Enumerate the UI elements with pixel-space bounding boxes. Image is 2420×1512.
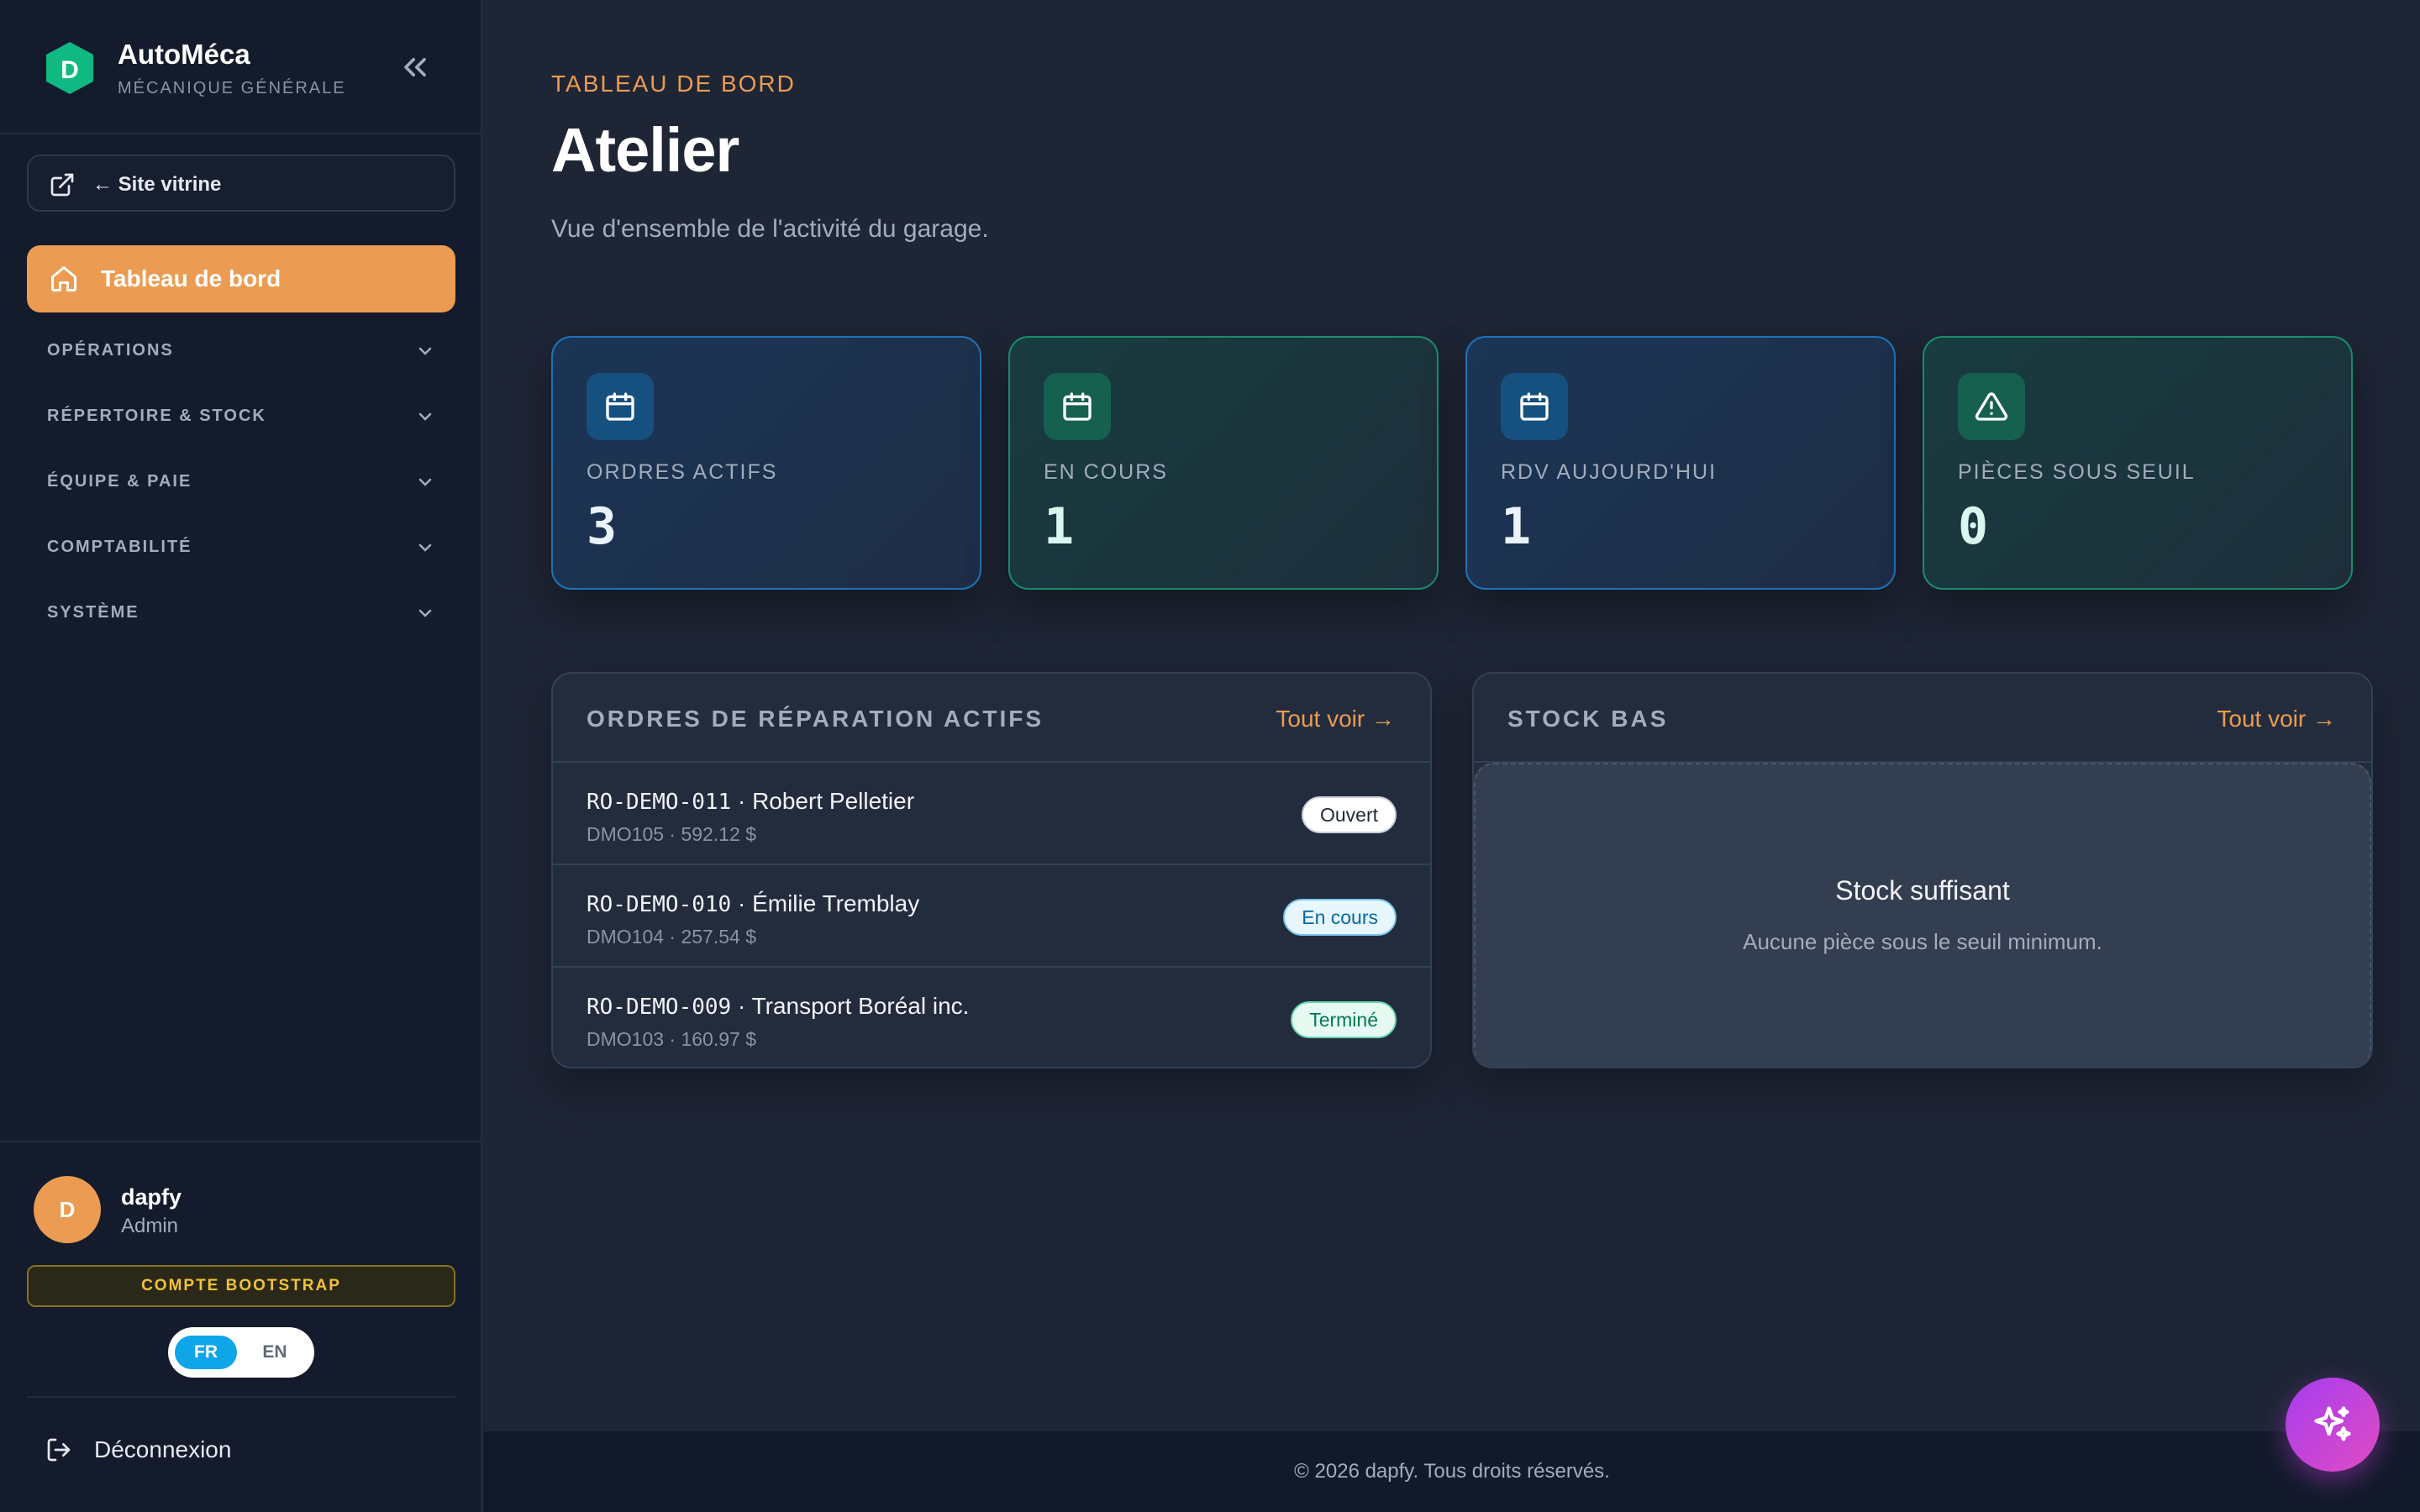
calendar-icon — [606, 392, 634, 421]
view-all-stock-link[interactable]: Tout voir → — [2217, 706, 2336, 732]
calendar-icon — [1063, 392, 1092, 421]
stat-label: PIÈCES SOUS SEUIL — [1958, 460, 2196, 484]
repair-order-client: · Émilie Tremblay — [731, 890, 920, 916]
language-toggle: FR EN — [168, 1327, 314, 1378]
home-icon — [51, 266, 76, 291]
chevron-down-icon — [418, 478, 432, 486]
footer: © 2026 dapfy. Tous droits réservés. — [484, 1431, 2420, 1512]
warning-triangle-icon — [1975, 392, 2008, 421]
sidebar-group-label: SYSTÈME — [47, 603, 139, 622]
page-subtitle: Vue d'ensemble de l'activité du garage. — [551, 215, 989, 243]
status-badge: Ouvert — [1301, 796, 1397, 833]
panel-header: STOCK BAS Tout voir → — [1474, 674, 2371, 763]
repairs-panel: ORDRES DE RÉPARATION ACTIFS Tout voir → … — [551, 672, 1432, 1068]
stat-icon-box — [1044, 373, 1111, 440]
external-link-icon — [50, 173, 74, 197]
empty-state: Stock suffisant Aucune pièce sous le seu… — [1474, 763, 2371, 1067]
stat-icon-box — [1501, 373, 1568, 440]
sidebar-item-label: Tableau de bord — [101, 265, 281, 291]
user-area: D dapfy Admin COMPTE BOOTSTRAP FR EN Déc… — [0, 1141, 481, 1512]
repair-order-client: · Transport Boréal inc. — [731, 993, 970, 1019]
sidebar-group-label: RÉPERTOIRE & STOCK — [47, 407, 266, 425]
panel-title: ORDRES DE RÉPARATION ACTIFS — [587, 706, 1044, 732]
status-badge: En cours — [1283, 899, 1397, 936]
site-vitrine-label: ← Site vitrine — [92, 173, 222, 196]
repair-order-title: RO-DEMO-009 · Transport Boréal inc. — [587, 993, 969, 1020]
stat-card-ordres-actifs[interactable]: ORDRES ACTIFS 3 — [551, 336, 981, 590]
sidebar-group-repertoire-stock[interactable]: RÉPERTOIRE & STOCK — [27, 393, 455, 440]
repair-order-row[interactable]: RO-DEMO-011 · Robert Pelletier DMO105 · … — [553, 763, 1430, 865]
logout-button[interactable]: Déconnexion — [27, 1416, 455, 1483]
avatar: D — [34, 1176, 101, 1243]
main-content: TABLEAU DE BORD Atelier Vue d'ensemble d… — [484, 0, 2420, 1431]
stat-card-rdv-aujourdhui[interactable]: RDV AUJOURD'HUI 1 — [1465, 336, 1896, 590]
calendar-icon — [1520, 392, 1549, 421]
divider — [27, 1396, 455, 1398]
chevron-down-icon — [418, 412, 432, 421]
repair-order-row[interactable]: RO-DEMO-010 · Émilie Tremblay DMO104 · 2… — [553, 865, 1430, 968]
site-vitrine-button[interactable]: ← Site vitrine — [27, 155, 455, 212]
stat-icon-box — [1958, 373, 2025, 440]
repair-order-title: RO-DEMO-011 · Robert Pelletier — [587, 788, 914, 815]
stat-label: EN COURS — [1044, 460, 1168, 484]
stat-card-en-cours[interactable]: EN COURS 1 — [1008, 336, 1439, 590]
sidebar-group-equipe-paie[interactable]: ÉQUIPE & PAIE — [27, 459, 455, 506]
brand-logo-icon: D — [46, 42, 93, 94]
chevron-down-icon — [418, 609, 432, 617]
status-badge: Terminé — [1291, 1001, 1397, 1038]
sidebar-group-operations[interactable]: OPÉRATIONS — [27, 328, 455, 375]
sidebar-group-label: OPÉRATIONS — [47, 341, 174, 360]
logout-icon — [47, 1438, 71, 1462]
brand-header: D AutoMéca MÉCANIQUE GÉNÉRALE — [0, 0, 481, 134]
stat-label: ORDRES ACTIFS — [587, 460, 778, 484]
user-role: Admin — [121, 1215, 179, 1237]
stat-value: 0 — [1958, 497, 1989, 556]
sidebar-group-label: COMPTABILITÉ — [47, 538, 192, 556]
user-name: dapfy — [121, 1184, 182, 1210]
chevron-down-icon — [418, 347, 432, 355]
sidebar-group-label: ÉQUIPE & PAIE — [47, 472, 192, 491]
sparkles-icon — [2314, 1406, 2351, 1441]
repair-order-code: RO-DEMO-010 — [587, 892, 732, 917]
stat-icon-box — [587, 373, 654, 440]
view-all-repairs-link[interactable]: Tout voir → — [1276, 706, 1395, 732]
repair-order-title: RO-DEMO-010 · Émilie Tremblay — [587, 890, 919, 917]
repair-order-row[interactable]: RO-DEMO-009 · Transport Boréal inc. DMO1… — [553, 968, 1430, 1067]
repair-order-details: DMO103 · 160.97 $ — [587, 1028, 757, 1050]
chevron-down-icon — [418, 543, 432, 552]
sidebar-group-comptabilite[interactable]: COMPTABILITÉ — [27, 524, 455, 571]
stat-value: 1 — [1501, 497, 1532, 556]
ai-assistant-button[interactable] — [2286, 1378, 2380, 1472]
account-badge: COMPTE BOOTSTRAP — [27, 1265, 455, 1307]
language-fr-button[interactable]: FR — [175, 1336, 237, 1369]
empty-state-title: Stock suffisant — [1835, 875, 2010, 906]
repair-order-details: DMO104 · 257.54 $ — [587, 926, 757, 948]
stat-label: RDV AUJOURD'HUI — [1501, 460, 1718, 484]
panel-header: ORDRES DE RÉPARATION ACTIFS Tout voir → — [553, 674, 1430, 763]
repair-order-code: RO-DEMO-009 — [587, 995, 732, 1020]
empty-state-subtitle: Aucune pièce sous le seuil minimum. — [1743, 929, 2102, 954]
repair-order-details: DMO105 · 592.12 $ — [587, 823, 757, 845]
repair-order-client: · Robert Pelletier — [731, 788, 915, 814]
stat-value: 1 — [1044, 497, 1075, 556]
logout-label: Déconnexion — [94, 1436, 232, 1462]
brand-subtitle: MÉCANIQUE GÉNÉRALE — [118, 79, 346, 97]
language-en-button[interactable]: EN — [244, 1336, 306, 1369]
collapse-sidebar-icon[interactable] — [397, 49, 434, 86]
low-stock-panel: STOCK BAS Tout voir → Stock suffisant Au… — [1472, 672, 2373, 1068]
page-title: Atelier — [551, 115, 739, 185]
stat-card-pieces-sous-seuil[interactable]: PIÈCES SOUS SEUIL 0 — [1923, 336, 2353, 590]
sidebar: D AutoMéca MÉCANIQUE GÉNÉRALE ← Site vit… — [0, 0, 482, 1512]
sidebar-group-systeme[interactable]: SYSTÈME — [27, 590, 455, 637]
brand-name: AutoMéca — [118, 39, 250, 70]
stat-value: 3 — [587, 497, 618, 556]
sidebar-item-tableau-de-bord[interactable]: Tableau de bord — [27, 245, 455, 312]
page-eyebrow: TABLEAU DE BORD — [551, 71, 796, 97]
repair-order-code: RO-DEMO-011 — [587, 790, 732, 815]
panel-title: STOCK BAS — [1507, 706, 1669, 732]
brand-logo-letter: D — [60, 56, 79, 84]
